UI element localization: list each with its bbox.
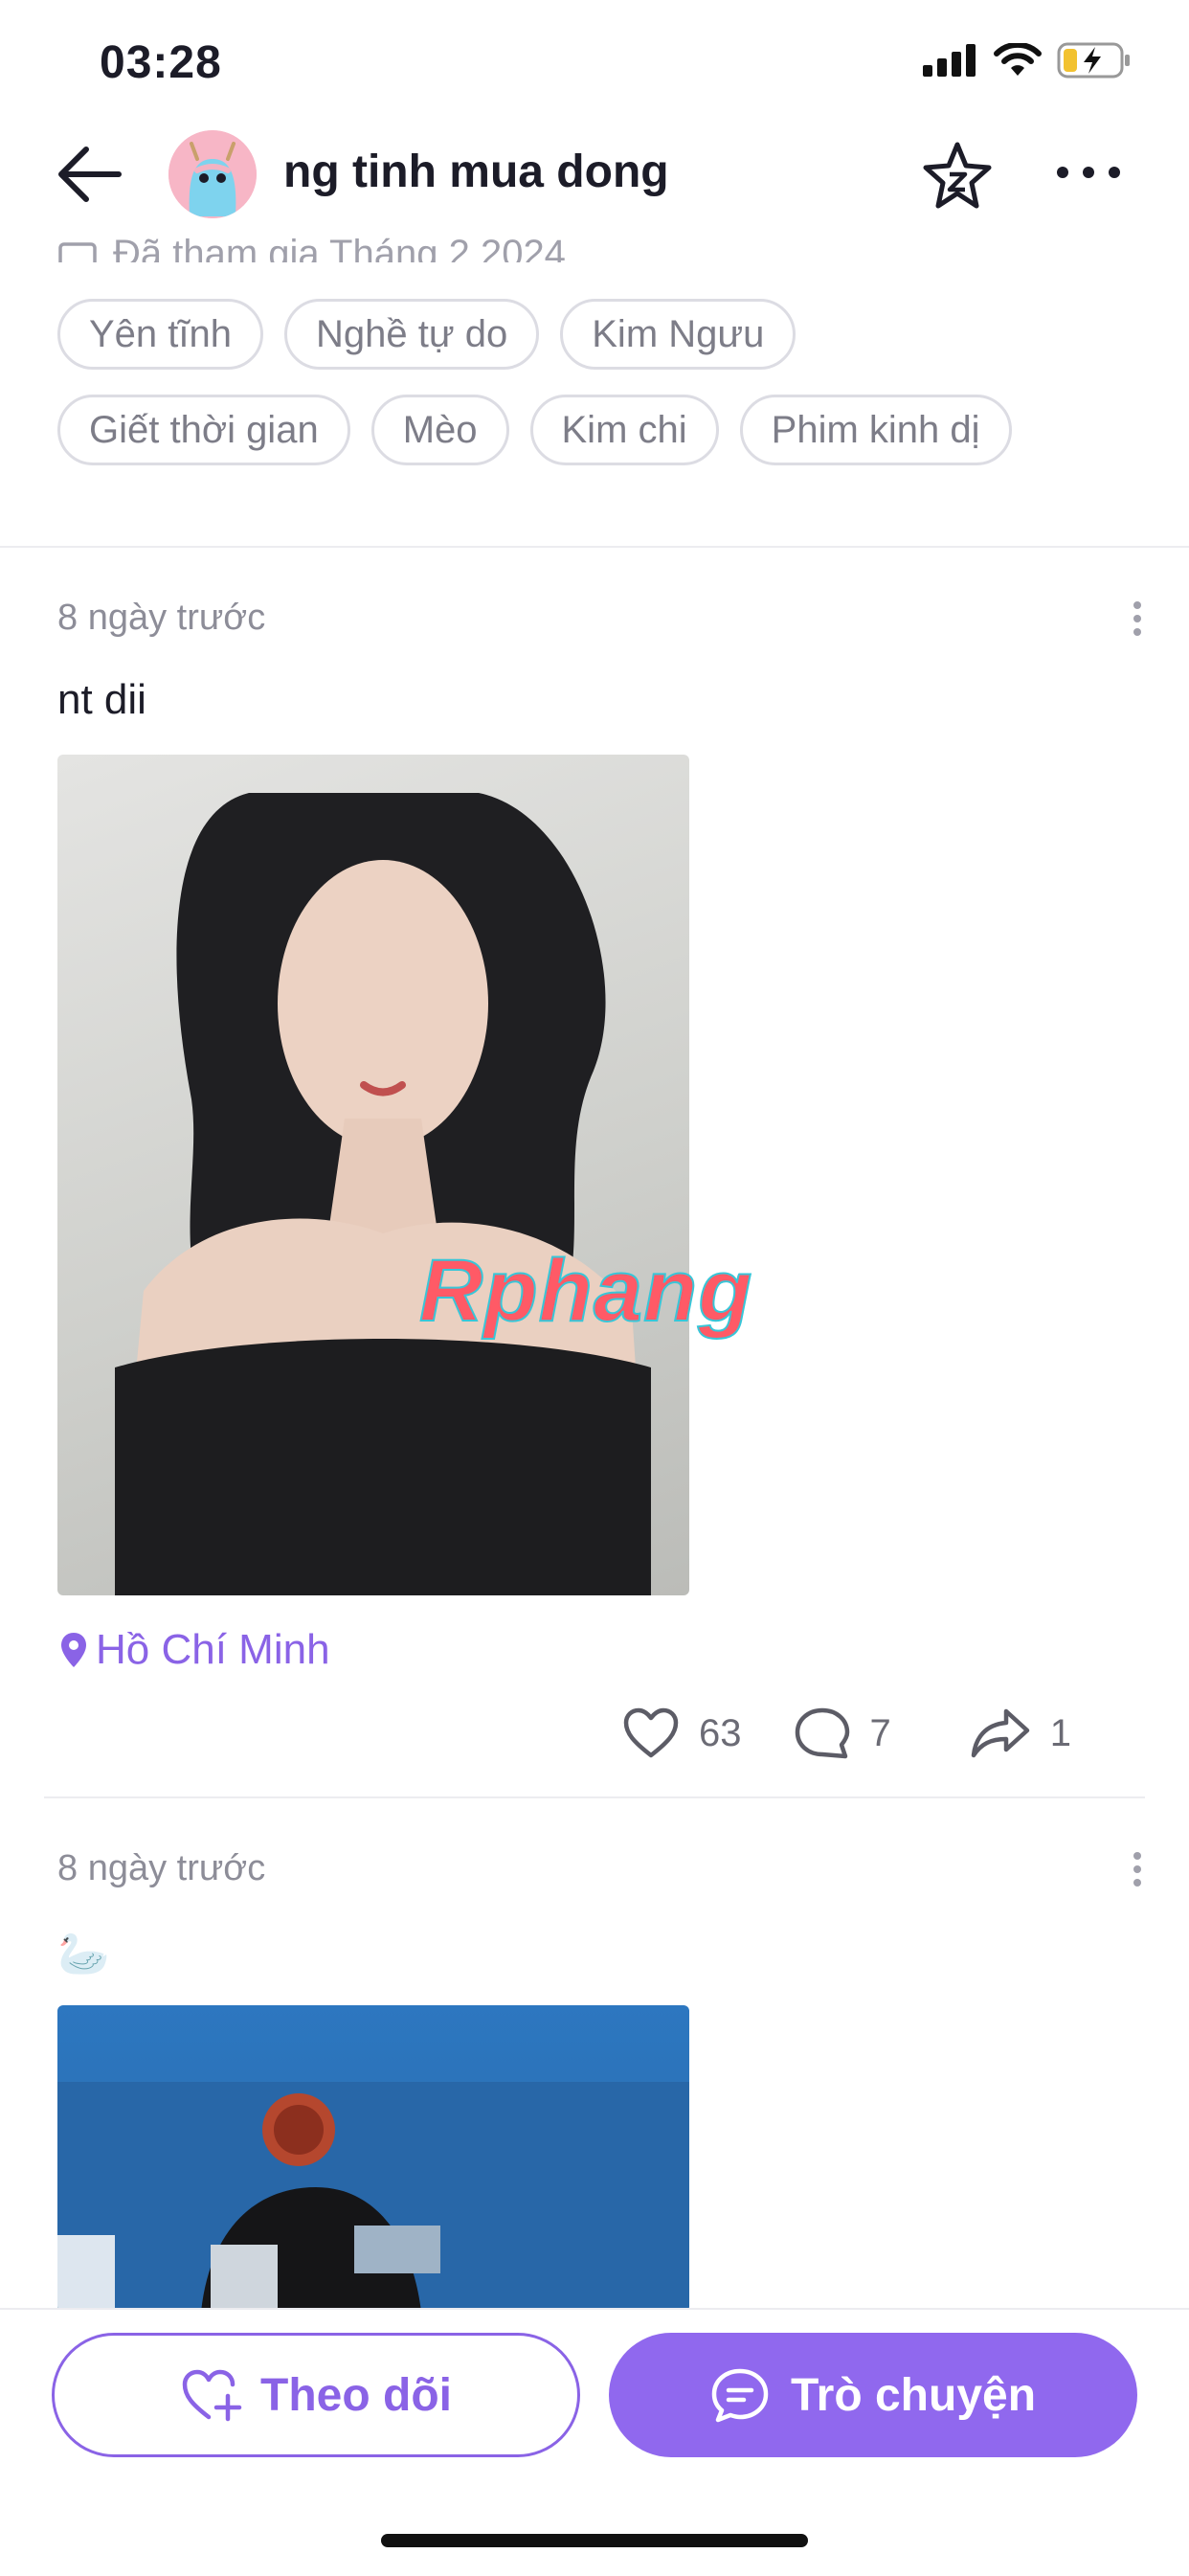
share-count: 1	[1049, 1711, 1071, 1754]
cellular-signal-icon	[923, 44, 976, 77]
share-button[interactable]: 1	[970, 1707, 1071, 1759]
interest-tags: Yên tĩnh Nghề tự do Kim Ngưu Giết thời g…	[57, 299, 1139, 490]
follow-button[interactable]: Theo dõi	[52, 2333, 580, 2457]
joined-date: Đã tham gia Tháng 2 2024	[57, 228, 566, 262]
more-options-icon[interactable]	[1055, 153, 1122, 192]
heart-icon	[623, 1707, 679, 1758]
comment-bubble-icon	[795, 1707, 849, 1759]
post-timestamp: 8 ngày trước	[57, 1848, 266, 1888]
photo-illustration	[115, 793, 651, 1595]
avatar[interactable]	[168, 130, 257, 218]
post-divider	[44, 1796, 1145, 1798]
tag[interactable]: Kim chi	[529, 395, 719, 465]
tag[interactable]: Mèo	[370, 395, 509, 465]
comment-button[interactable]: 7	[794, 1706, 891, 1760]
tag[interactable]: Kim Ngưu	[560, 299, 796, 370]
chat-label: Trò chuyện	[790, 2369, 1037, 2421]
joined-date-text: Đã tham gia Tháng 2 2024	[113, 233, 566, 262]
location-text: Hồ Chí Minh	[96, 1626, 330, 1673]
monster-avatar-icon	[168, 130, 257, 218]
photo-illustration	[57, 2082, 689, 2312]
comment-count: 7	[869, 1711, 891, 1754]
post-menu-icon[interactable]	[1132, 1850, 1143, 1888]
tag[interactable]: Giết thời gian	[57, 395, 350, 465]
post-menu-icon[interactable]	[1132, 599, 1143, 638]
chat-button[interactable]: Trò chuyện	[609, 2333, 1137, 2457]
follow-label: Theo dõi	[260, 2369, 452, 2421]
heart-plus-icon	[182, 2369, 242, 2422]
post-actions: 63 7 1	[622, 1706, 1071, 1760]
share-arrow-icon	[971, 1708, 1029, 1758]
post-text: nt dii	[57, 676, 146, 723]
chat-bubble-icon	[711, 2368, 769, 2423]
like-count: 63	[699, 1711, 742, 1754]
post-location[interactable]: Hồ Chí Minh	[59, 1626, 330, 1674]
watermark-logo: Rphang	[418, 1241, 753, 1341]
tag[interactable]: Nghề tự do	[284, 299, 540, 370]
calendar-icon	[58, 242, 97, 262]
back-arrow-icon[interactable]	[56, 144, 123, 205]
tag[interactable]: Yên tĩnh	[57, 299, 264, 370]
status-time: 03:28	[100, 37, 222, 88]
status-icons	[923, 42, 1132, 79]
post-photo[interactable]	[57, 755, 689, 1595]
tag[interactable]: Phim kinh dị	[739, 395, 1012, 465]
post-timestamp: 8 ngày trước	[57, 598, 266, 638]
location-pin-icon	[61, 1633, 86, 1667]
battery-charging-icon	[1057, 42, 1130, 79]
section-divider	[0, 546, 1189, 548]
wifi-icon	[994, 43, 1042, 76]
home-indicator	[381, 2534, 808, 2547]
like-button[interactable]: 63	[622, 1707, 742, 1759]
profile-name-title: ng tinh mua dong	[283, 147, 669, 197]
favorite-star-icon[interactable]	[921, 140, 994, 213]
post-text: 🦢	[57, 1931, 110, 1977]
post-photo[interactable]	[57, 2005, 689, 2312]
